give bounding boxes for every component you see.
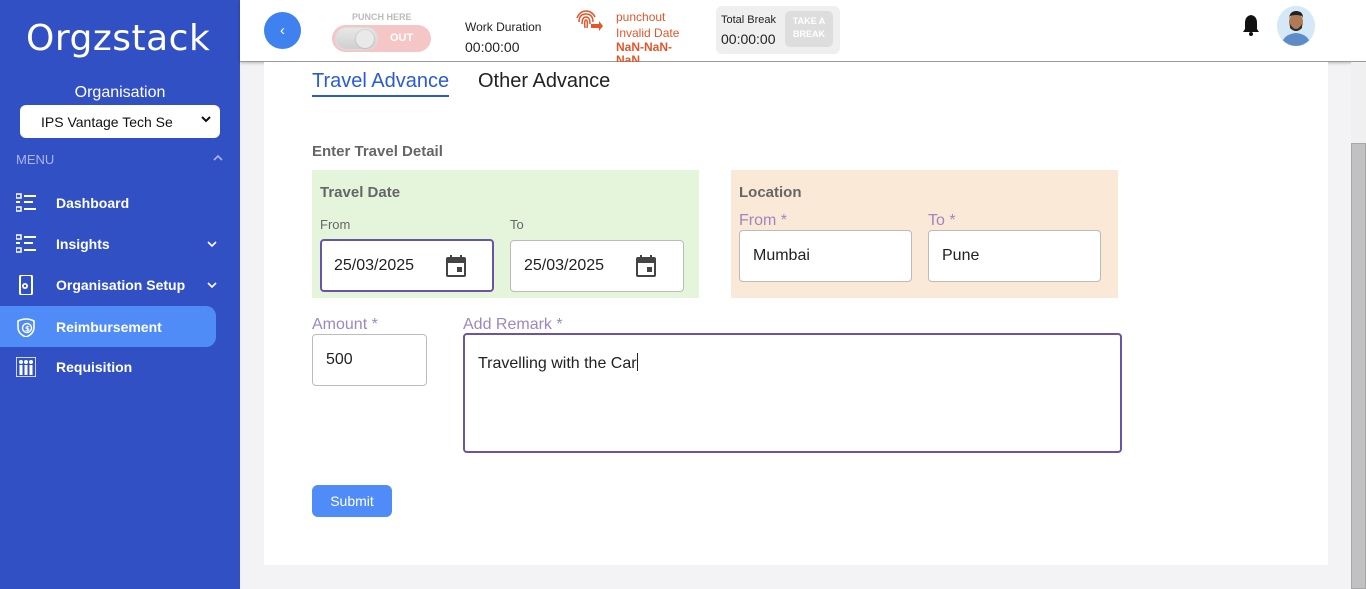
sidebar-item-requisition[interactable]: Requisition bbox=[0, 346, 216, 387]
location-title: Location bbox=[739, 184, 802, 201]
remark-value: Travelling with the Car bbox=[478, 355, 637, 372]
sidebar-item-label: Organisation Setup bbox=[56, 276, 186, 293]
menu-header[interactable]: MENU bbox=[16, 152, 224, 167]
menu-label: MENU bbox=[16, 152, 55, 167]
amount-label: Amount * bbox=[312, 316, 378, 333]
list-icon bbox=[16, 193, 36, 212]
people-chart-icon bbox=[16, 357, 36, 377]
device-gear-icon bbox=[19, 275, 33, 295]
sidebar-item-label: Dashboard bbox=[56, 194, 130, 211]
text-cursor bbox=[636, 353, 638, 371]
svg-text:$: $ bbox=[25, 325, 30, 333]
money-shield-icon: $ bbox=[17, 318, 35, 337]
submit-button[interactable]: Submit bbox=[312, 485, 392, 517]
location-from-field[interactable]: Mumbai bbox=[739, 230, 912, 282]
punch-label: PUNCH HERE bbox=[352, 12, 412, 22]
work-duration-label: Work Duration bbox=[465, 20, 542, 34]
sidebar-item-label: Reimbursement bbox=[56, 318, 162, 335]
tab-travel-advance[interactable]: Travel Advance bbox=[312, 70, 450, 97]
take-break-button[interactable]: TAKE A BREAK bbox=[785, 11, 833, 47]
amount-value: 500 bbox=[326, 351, 353, 368]
top-bar: ‹ PUNCH HERE OUT Work Duration 00:00:00 … bbox=[240, 0, 1366, 67]
amount-field[interactable]: 500 bbox=[312, 334, 427, 386]
content-card bbox=[264, 62, 1328, 565]
punchout-label: punchout bbox=[616, 10, 666, 24]
location-to-label: To * bbox=[928, 212, 956, 229]
location-to-field[interactable]: Pune bbox=[928, 230, 1101, 282]
to-date-value: 25/03/2025 bbox=[524, 257, 605, 274]
organisation-select-value: IPS Vantage Tech Se bbox=[41, 113, 173, 130]
from-date-value: 25/03/2025 bbox=[334, 256, 415, 274]
scrollbar-thumb[interactable] bbox=[1351, 143, 1366, 589]
location-to-value: Pune bbox=[942, 247, 980, 264]
avatar[interactable] bbox=[1277, 6, 1315, 46]
sidebar-item-reimbursement[interactable]: $ Reimbursement bbox=[0, 306, 216, 347]
back-button[interactable]: ‹ bbox=[264, 12, 301, 49]
calendar-icon[interactable] bbox=[446, 255, 466, 277]
chevron-down-icon bbox=[201, 116, 211, 123]
sidebar: Orgzstack Organisation IPS Vantage Tech … bbox=[0, 0, 240, 589]
remark-textarea[interactable]: Travelling with the Car bbox=[463, 333, 1122, 453]
section-title: Enter Travel Detail bbox=[312, 143, 443, 160]
work-duration-value: 00:00:00 bbox=[465, 39, 520, 55]
location-from-value: Mumbai bbox=[753, 247, 810, 264]
total-break-value: 00:00:00 bbox=[721, 31, 776, 47]
travel-date-title: Travel Date bbox=[320, 184, 401, 201]
organisation-label: Organisation bbox=[74, 84, 166, 101]
location-from-label: From * bbox=[739, 212, 787, 229]
to-date-field[interactable]: 25/03/2025 bbox=[510, 240, 684, 292]
punch-state: OUT bbox=[390, 32, 414, 44]
punchout-info: punchout Invalid Date NaN-NaN-NaN bbox=[616, 9, 696, 67]
calendar-icon[interactable] bbox=[636, 255, 656, 277]
chevron-down-icon bbox=[207, 282, 217, 289]
sidebar-item-label: Insights bbox=[56, 235, 110, 252]
sidebar-item-organisation-setup[interactable]: Organisation Setup bbox=[0, 264, 217, 305]
sidebar-item-dashboard[interactable]: Dashboard bbox=[0, 182, 216, 223]
sidebar-item-insights[interactable]: Insights bbox=[0, 223, 217, 264]
punchout-date: Invalid Date bbox=[616, 26, 680, 40]
user-avatar-icon bbox=[1277, 6, 1315, 46]
list-icon bbox=[16, 234, 36, 253]
from-date-field[interactable]: 25/03/2025 bbox=[320, 239, 494, 292]
chevron-up-icon bbox=[213, 154, 223, 161]
toggle-knob bbox=[335, 27, 378, 50]
total-break-label: Total Break bbox=[721, 14, 777, 26]
brand-logo[interactable]: Orgzstack bbox=[26, 18, 210, 59]
remark-label: Add Remark * bbox=[463, 316, 563, 333]
bell-icon[interactable] bbox=[1242, 14, 1260, 36]
chevron-down-icon bbox=[207, 241, 217, 248]
tab-other-advance[interactable]: Other Advance bbox=[478, 70, 610, 93]
sidebar-item-label: Requisition bbox=[56, 358, 133, 375]
organisation-select[interactable]: IPS Vantage Tech Se bbox=[20, 105, 220, 138]
fingerprint-arrow-icon bbox=[576, 10, 603, 31]
from-date-label: From bbox=[320, 217, 351, 232]
total-break-box: Total Break 00:00:00 TAKE A BREAK bbox=[716, 6, 840, 54]
to-date-label: To bbox=[510, 217, 524, 232]
punch-toggle[interactable]: OUT bbox=[332, 25, 431, 52]
